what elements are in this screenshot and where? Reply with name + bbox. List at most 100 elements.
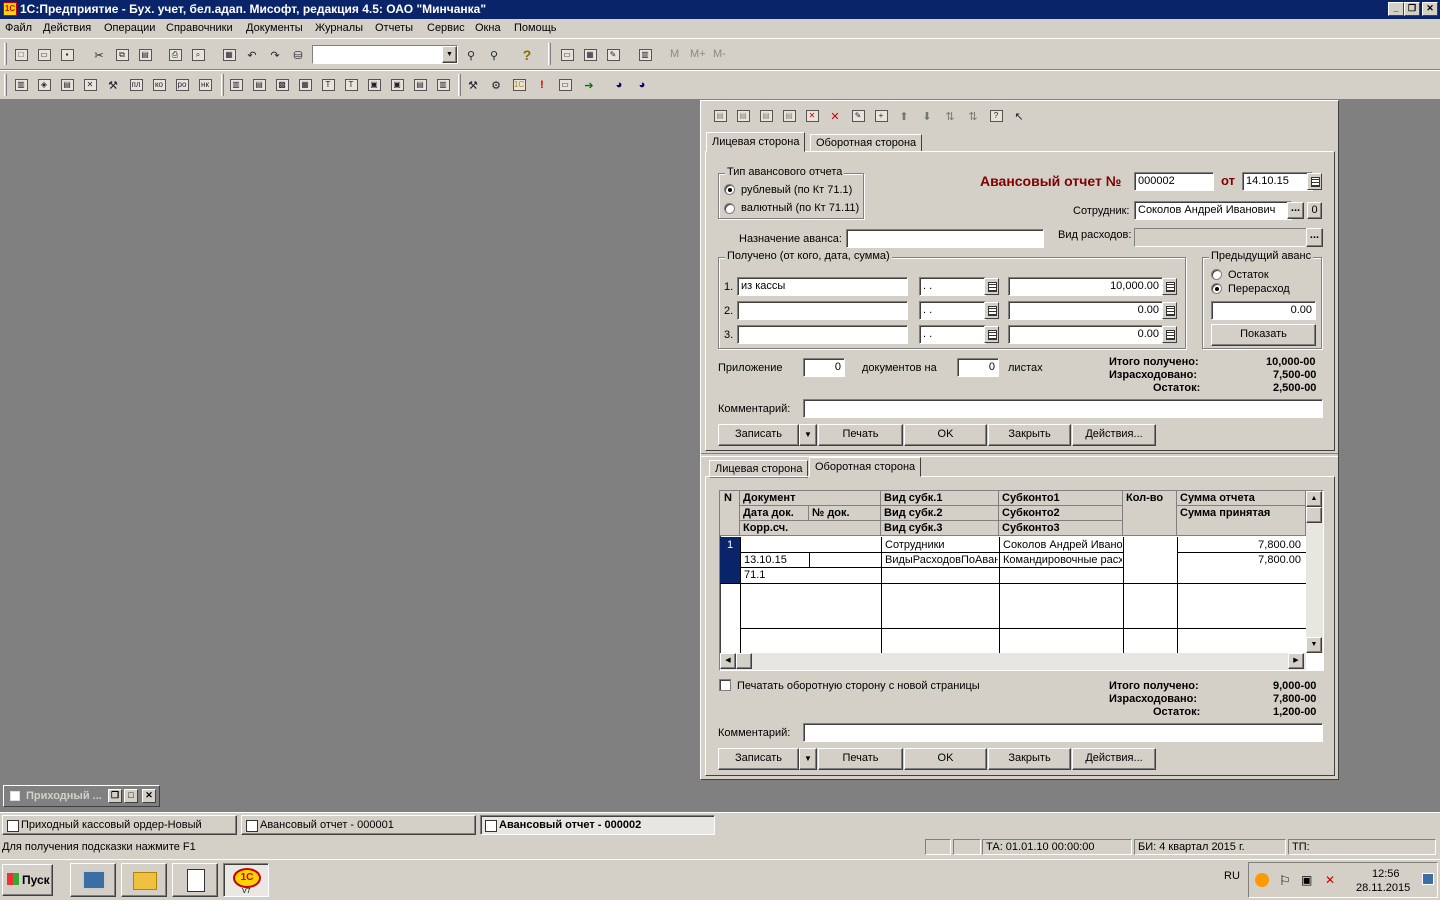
ok-button[interactable]: OK [904,424,987,446]
help-icon[interactable]: ? [987,107,1005,125]
cash-out-order-icon[interactable]: ко [150,76,168,94]
redo-icon[interactable]: ↷ [266,46,284,64]
menu-operations[interactable]: Операции [104,22,155,34]
chat-icon[interactable]: ✎ [604,46,622,64]
col-header-sum-report[interactable]: Сумма отчета [1177,491,1306,506]
doc-tool-3-icon[interactable]: ▤ [757,107,775,125]
show-desktop-icon[interactable] [1422,873,1434,885]
start-button[interactable]: Пуск [2,864,53,896]
book-icon[interactable]: ▥ [636,46,654,64]
expense-type-field[interactable] [1134,228,1308,247]
calculator-icon[interactable] [1162,302,1177,319]
actions-button[interactable]: Действия... [1072,424,1156,446]
scroll-right-icon[interactable]: ▶ [1288,653,1304,669]
show-button[interactable]: Показать [1211,324,1316,346]
col-header-subconto-3[interactable]: Субконто3 [999,521,1123,536]
menu-actions[interactable]: Действия [43,22,91,34]
col-header-doc-number[interactable]: № док. [809,506,881,521]
doc-tool-4-icon[interactable]: ▤ [780,107,798,125]
memory-plus-label[interactable]: M+ [690,48,706,60]
col-header-n[interactable]: N [720,491,740,536]
globe-icon[interactable]: ◕ [610,76,628,94]
attachment-docs-input[interactable]: 0 [803,358,845,377]
col-header-corr-account[interactable]: Корр.сч. [740,521,881,536]
clock-date[interactable]: 28.11.2015 [1356,882,1410,894]
service-2-icon[interactable]: ⚙ [487,76,505,94]
help-icon[interactable]: ? [518,46,536,64]
calculator-icon[interactable]: ▭ [558,46,576,64]
clock-time[interactable]: 12:56 [1372,868,1400,880]
cell-corr-account[interactable]: 71.1 [741,568,880,582]
tools-icon[interactable]: ⚒ [104,76,122,94]
col-header-document[interactable]: Документ [740,491,881,506]
report-6-icon[interactable]: T [342,76,360,94]
service-3-icon[interactable]: ▭ [556,76,574,94]
cell-subconto-2[interactable]: Командировочные расходы [1000,553,1122,567]
move-up-icon[interactable]: ⬆ [895,107,913,125]
new-icon[interactable]: □ [12,46,30,64]
maximize-button[interactable]: □ [124,789,138,803]
expense-type-select-button[interactable]: ... [1306,228,1323,247]
window-tab-cash-order[interactable]: Приходный кассовый ордер-Новый [2,815,237,835]
invoice-icon[interactable]: нк [196,76,214,94]
radio-overspend[interactable] [1211,283,1222,294]
undo-icon[interactable]: ↶ [243,46,261,64]
sort-asc-icon[interactable]: ⇅ [941,107,959,125]
received-date-input[interactable]: . . [919,301,986,320]
find-prev-icon[interactable]: ⚲ [485,46,503,64]
scroll-thumb[interactable] [1306,507,1322,523]
received-from-input[interactable] [737,325,908,344]
cell-sum-report[interactable]: 7,800.00 [1178,538,1304,552]
save-dropdown-button[interactable]: ▼ [799,424,817,446]
print-button[interactable]: Печать [818,748,903,770]
menu-catalogs[interactable]: Справочники [166,22,233,34]
close-form-button[interactable]: Закрыть [988,424,1071,446]
journal-icon[interactable]: ▤ [58,76,76,94]
calendar-icon[interactable] [984,326,999,343]
cell-sum-accepted[interactable]: 7,800.00 [1178,553,1304,567]
cut-icon[interactable]: ✂ [90,46,108,64]
search-combo[interactable]: ▼ [312,45,458,64]
scroll-left-icon[interactable]: ◀ [720,653,736,669]
radio-rub[interactable] [724,184,735,195]
scroll-down-icon[interactable]: ▼ [1306,637,1322,653]
col-header-qty[interactable]: Кол-во [1123,491,1177,536]
delete-icon[interactable]: ✕ [826,107,844,125]
save-button[interactable]: Записать [718,748,799,770]
doc-number-field[interactable]: 000002 [1134,172,1214,191]
tab-back-side[interactable]: Оборотная сторона [810,134,923,152]
scroll-h-thumb[interactable] [736,653,752,669]
print-icon[interactable]: ⎙ [166,46,184,64]
find-icon[interactable]: ⛁ [289,46,307,64]
doc-tool-1-icon[interactable]: ▤ [711,107,729,125]
copy-icon[interactable]: ⧉ [113,46,131,64]
window-tab-advance-000001[interactable]: Авансовый отчет - 000001 [241,815,476,835]
col-header-sum-accepted[interactable]: Сумма принятая [1177,506,1306,536]
employee-select-button[interactable]: ... [1287,202,1304,219]
comment-input[interactable] [803,723,1323,742]
chart-of-accounts-icon[interactable]: ▥ [12,76,30,94]
col-header-sub-type-3[interactable]: Вид субк.3 [881,521,999,536]
taskbar-app-explorer[interactable] [121,863,167,897]
payment-order-icon[interactable]: пл [127,76,145,94]
tab-front-side[interactable]: Лицевая сторона [706,132,806,152]
print-new-page-checkbox[interactable] [719,679,731,691]
tab-back-side[interactable]: Оборотная сторона [809,457,922,477]
col-header-doc-date[interactable]: Дата док. [740,506,809,521]
col-header-sub-type-1[interactable]: Вид субк.1 [881,491,999,506]
update-icon[interactable] [1255,873,1269,887]
report-1-icon[interactable]: ▥ [227,76,245,94]
calculator-icon[interactable] [1162,326,1177,343]
doc-tool-2-icon[interactable]: ▤ [734,107,752,125]
restore-button[interactable]: ❐ [108,789,122,803]
col-header-subconto-1[interactable]: Субконто1 [999,491,1123,506]
cell-sub-type-1[interactable]: Сотрудники [882,538,998,552]
restore-button[interactable]: ❐ [1404,2,1420,16]
report-9-icon[interactable]: ▤ [411,76,429,94]
vertical-scrollbar[interactable]: ▲ ▼ [1306,491,1323,653]
col-header-subconto-2[interactable]: Субконто2 [999,506,1123,521]
sheets-input[interactable]: 0 [957,358,999,377]
menu-journals[interactable]: Журналы [315,22,363,34]
network-icon[interactable]: ▣ [1301,873,1312,887]
print-button[interactable]: Печать [818,424,903,446]
